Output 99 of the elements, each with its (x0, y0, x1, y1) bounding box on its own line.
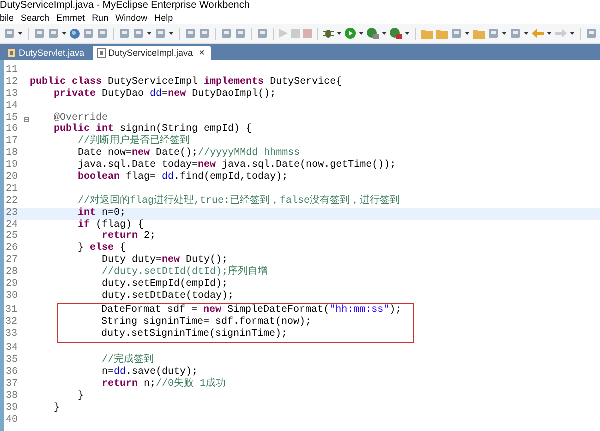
line-number: 31 (4, 304, 18, 317)
tool-icon[interactable] (257, 28, 268, 39)
fold-icon[interactable] (24, 116, 29, 122)
code-line: n=dd.save(duty); (101, 367, 198, 378)
line-number: 37 (4, 379, 19, 391)
line-number: 24 (4, 220, 19, 231)
caret-icon[interactable] (502, 32, 507, 35)
line-number: 28 (4, 267, 19, 279)
code-line: java.sql.Date today=new java.sql.Date(now.getTime()); (77, 160, 396, 172)
line-number: 12 (4, 76, 19, 89)
line-number: 20 (4, 172, 19, 184)
line-number: 11 (4, 65, 19, 77)
caret-icon[interactable] (465, 32, 470, 35)
code-line: } else { (77, 243, 126, 255)
line-number: 36 (4, 367, 19, 379)
code-line: return n;//0失败 1成功 (101, 379, 226, 392)
tool-icon[interactable] (199, 28, 210, 39)
caret-icon[interactable] (62, 32, 67, 35)
line-number: 21 (4, 184, 19, 196)
menu-item[interactable]: Search (21, 12, 50, 24)
caret-icon[interactable] (359, 32, 364, 35)
window-title: DutyServiceImpl.java - MyEclipse Enterprise Workbench (0, 0, 250, 11)
code-line: duty.setEmpId(empId); (101, 279, 228, 290)
folder-icon[interactable] (421, 28, 433, 38)
code-line: Date now=new Date();//yyyyMMdd hhmmss (77, 148, 300, 160)
caret-icon[interactable] (337, 32, 342, 35)
line-number: 29 (4, 279, 19, 291)
menu-item[interactable]: Help (154, 12, 174, 24)
run-icon[interactable] (390, 28, 402, 39)
editor-tab[interactable]: DutyServlet.java (3, 46, 91, 60)
caret-icon[interactable] (524, 32, 529, 35)
code-line: int n=0; (77, 208, 126, 220)
code-line: @Override (53, 112, 108, 124)
caret-icon[interactable] (570, 32, 575, 35)
line-number: 40 (4, 414, 19, 427)
caret-icon[interactable] (18, 32, 23, 35)
code-line: //完成签到 (101, 355, 154, 366)
line-number: 18 (4, 148, 19, 160)
menu-item[interactable]: bile (0, 12, 14, 24)
caret-icon[interactable] (405, 32, 410, 35)
menu-item[interactable]: Window (116, 12, 148, 24)
tool-icon[interactable] (97, 28, 108, 39)
line-number: 26 (4, 243, 19, 255)
code-line: duty.setDtDate(today); (101, 290, 234, 303)
line-number: 15 (4, 112, 19, 124)
line-number: 23 (4, 208, 19, 220)
tool-icon[interactable] (34, 28, 45, 39)
play-icon[interactable] (345, 28, 356, 39)
line-number: 35 (4, 355, 19, 367)
line-number: 38 (4, 391, 19, 403)
line-number: 25 (4, 231, 19, 243)
java-file-icon (7, 48, 16, 58)
line-number: 39 (4, 402, 19, 415)
code-line: } (53, 402, 60, 415)
code-line: DateFormat sdf = new SimpleDateFormat("hh:mm:ss"); (100, 304, 402, 316)
line-number: 30 (4, 290, 19, 303)
code-line: //判断用户是否已经签到 (77, 136, 190, 148)
caret-icon[interactable] (547, 32, 552, 35)
code-line: boolean flag= dd.find(empId,today); (77, 172, 288, 184)
tool-icon[interactable] (119, 28, 130, 39)
line-number: 33 (4, 328, 18, 340)
bug-icon[interactable] (323, 28, 334, 39)
play-icon[interactable] (279, 29, 288, 38)
globe-icon[interactable] (70, 28, 80, 38)
code-line: //duty.setDtId(dtId);序列自增 (101, 267, 268, 278)
caret-icon[interactable] (382, 32, 387, 35)
run-icon[interactable] (367, 28, 379, 39)
java-file-icon (96, 48, 106, 58)
tool-icon[interactable] (185, 28, 196, 39)
tool-icon[interactable] (221, 28, 232, 39)
code-line: } (77, 391, 84, 403)
menu-item[interactable]: Run (92, 12, 109, 24)
close-tab-button[interactable]: × (199, 48, 205, 58)
code-line: return 2; (101, 231, 156, 242)
code-line: duty.setSigninTime(signinTime); (100, 328, 288, 340)
caret-icon[interactable] (147, 32, 152, 35)
menu-item[interactable]: Emmet (56, 12, 86, 24)
code-line: String signinTime= sdf.format(now); (100, 316, 312, 328)
line-number: 32 (4, 316, 18, 329)
line-number: 13 (4, 88, 19, 101)
line-number: 17 (4, 136, 19, 148)
editor-tab[interactable]: DutyServiceImpl.java × (92, 46, 211, 60)
tool-icon[interactable] (586, 28, 597, 39)
code-line: public class DutyServiceImpl implements DutyService{ (30, 76, 342, 88)
line-number: 19 (4, 160, 19, 172)
caret-icon[interactable] (169, 32, 174, 35)
line-number: 16 (4, 124, 19, 136)
code-line: public int signin(String empId) { (53, 124, 252, 136)
code-line: //对返回的flag进行处理,true:已经签到，false没有签到，进行签到 (77, 196, 400, 208)
line-number: 34 (4, 343, 19, 355)
tool-icon[interactable] (83, 28, 94, 39)
folder-icon[interactable] (436, 28, 448, 38)
tool-icon[interactable] (235, 28, 246, 39)
line-number: 14 (4, 100, 19, 113)
code-line: private DutyDao dd=new DutyDaoImpl(); (53, 88, 276, 101)
code-line: if (flag) { (77, 220, 144, 231)
code-line: Duty duty=new Duty(); (101, 255, 228, 266)
line-number: 27 (4, 255, 19, 267)
line-number: 22 (4, 196, 19, 208)
